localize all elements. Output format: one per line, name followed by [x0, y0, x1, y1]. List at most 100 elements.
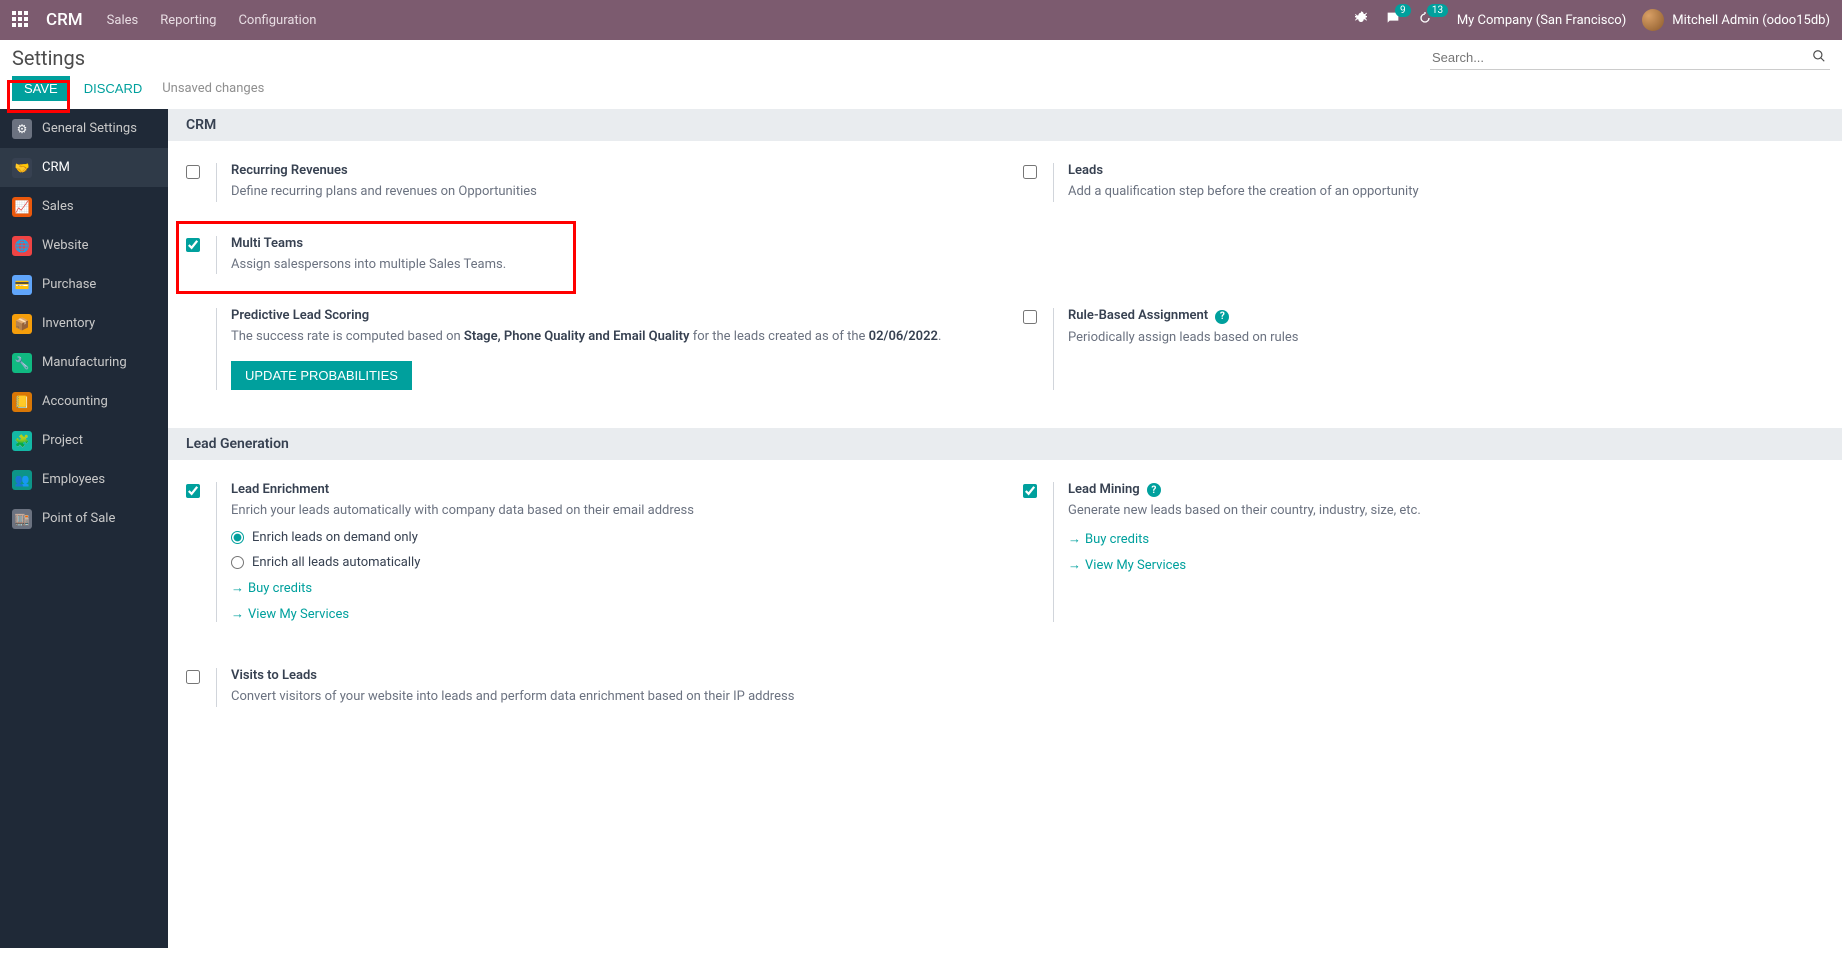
messages-badge: 9 [1395, 4, 1411, 17]
apps-menu-icon[interactable] [12, 11, 30, 29]
nav-reporting[interactable]: Reporting [160, 13, 216, 28]
recurring-revenues-checkbox[interactable] [186, 165, 200, 179]
setting-predictive-lead-scoring: Predictive Lead Scoring The success rate… [168, 300, 1005, 398]
company-switcher[interactable]: My Company (San Francisco) [1457, 13, 1626, 28]
sidebar-item-general-settings[interactable]: ⚙ General Settings [0, 109, 168, 148]
setting-visits-to-leads: Visits to Leads Convert visitors of your… [168, 660, 1005, 715]
arrow-icon: → [231, 581, 244, 596]
setting-title: Leads [1068, 163, 1824, 178]
user-menu[interactable]: Mitchell Admin (odoo15db) [1642, 9, 1830, 31]
setting-recurring-revenues: Recurring Revenues Define recurring plan… [168, 155, 1005, 210]
setting-desc: Generate new leads based on their countr… [1068, 501, 1824, 521]
chart-icon: 📈 [12, 197, 32, 217]
save-button[interactable]: SAVE [12, 76, 70, 101]
puzzle-icon: 🧩 [12, 431, 32, 451]
unsaved-indicator: Unsaved changes [162, 81, 264, 96]
gear-icon: ⚙ [12, 119, 32, 139]
buy-credits-link[interactable]: Buy credits [1085, 532, 1149, 547]
sidebar-item-purchase[interactable]: 💳 Purchase [0, 265, 168, 304]
enrich-all-radio[interactable] [231, 556, 244, 569]
rule-based-assignment-checkbox[interactable] [1023, 310, 1037, 324]
setting-desc: Define recurring plans and revenues on O… [231, 182, 987, 202]
sidebar-item-label: Manufacturing [42, 355, 127, 370]
sidebar-item-label: CRM [42, 160, 70, 175]
radio-label: Enrich all leads automatically [252, 555, 420, 570]
sidebar-item-website[interactable]: 🌐 Website [0, 226, 168, 265]
user-name: Mitchell Admin (odoo15db) [1672, 13, 1830, 28]
view-my-services-link[interactable]: View My Services [248, 607, 349, 622]
book-icon: 📒 [12, 392, 32, 412]
enrich-on-demand-radio[interactable] [231, 531, 244, 544]
view-my-services-link[interactable]: View My Services [1085, 558, 1186, 573]
sidebar-item-label: General Settings [42, 121, 137, 136]
store-icon: 🏬 [12, 509, 32, 529]
lead-mining-checkbox[interactable] [1023, 484, 1037, 498]
setting-title: Rule-Based Assignment ? [1068, 308, 1824, 324]
setting-title: Predictive Lead Scoring [231, 308, 987, 323]
handshake-icon: 🤝 [12, 158, 32, 178]
sidebar-item-accounting[interactable]: 📒 Accounting [0, 382, 168, 421]
setting-title: Lead Enrichment [231, 482, 987, 497]
update-probabilities-button[interactable]: UPDATE PROBABILITIES [231, 361, 412, 390]
sidebar-item-pos[interactable]: 🏬 Point of Sale [0, 499, 168, 538]
setting-leads: Leads Add a qualification step before th… [1005, 155, 1842, 210]
search-input[interactable] [1430, 46, 1808, 69]
settings-sidebar: ⚙ General Settings 🤝 CRM 📈 Sales 🌐 Website 💳… [0, 109, 168, 948]
sidebar-item-project[interactable]: 🧩 Project [0, 421, 168, 460]
search-bar[interactable] [1430, 46, 1830, 70]
sidebar-item-label: Employees [42, 472, 105, 487]
sidebar-item-label: Sales [42, 199, 74, 214]
sidebar-item-label: Purchase [42, 277, 96, 292]
sidebar-item-manufacturing[interactable]: 🔧 Manufacturing [0, 343, 168, 382]
activities-icon[interactable]: 13 [1417, 10, 1433, 30]
setting-desc: Convert visitors of your website into le… [231, 687, 987, 707]
section-header-crm: CRM [168, 109, 1842, 141]
settings-content: CRM Recurring Revenues Define recurring … [168, 109, 1842, 948]
radio-label: Enrich leads on demand only [252, 530, 418, 545]
lead-enrichment-checkbox[interactable] [186, 484, 200, 498]
setting-lead-mining: Lead Mining ? Generate new leads based o… [1005, 474, 1842, 631]
page-title: Settings [12, 46, 85, 70]
setting-title: Recurring Revenues [231, 163, 987, 178]
sidebar-item-label: Website [42, 238, 89, 253]
sidebar-item-label: Point of Sale [42, 511, 115, 526]
app-brand[interactable]: CRM [46, 10, 83, 30]
card-icon: 💳 [12, 275, 32, 295]
setting-desc: Assign salespersons into multiple Sales … [231, 255, 987, 275]
avatar [1642, 9, 1664, 31]
buy-credits-link[interactable]: Buy credits [248, 581, 312, 596]
sidebar-item-inventory[interactable]: 📦 Inventory [0, 304, 168, 343]
multi-teams-checkbox[interactable] [186, 238, 200, 252]
nav-sales[interactable]: Sales [107, 13, 139, 28]
visits-to-leads-checkbox[interactable] [186, 670, 200, 684]
messages-icon[interactable]: 9 [1385, 10, 1401, 30]
help-icon[interactable]: ? [1215, 310, 1229, 324]
nav-configuration[interactable]: Configuration [238, 13, 316, 28]
debug-icon[interactable] [1353, 10, 1369, 30]
box-icon: 📦 [12, 314, 32, 334]
globe-icon: 🌐 [12, 236, 32, 256]
sidebar-item-employees[interactable]: 👥 Employees [0, 460, 168, 499]
sidebar-item-label: Inventory [42, 316, 95, 331]
setting-desc: Add a qualification step before the crea… [1068, 182, 1824, 202]
leads-checkbox[interactable] [1023, 165, 1037, 179]
sidebar-item-label: Accounting [42, 394, 108, 409]
setting-desc: Enrich your leads automatically with com… [231, 501, 987, 521]
setting-title: Multi Teams [231, 236, 987, 251]
help-icon[interactable]: ? [1147, 483, 1161, 497]
setting-multi-teams: Multi Teams Assign salespersons into mul… [168, 228, 1005, 283]
arrow-icon: → [1068, 532, 1081, 547]
people-icon: 👥 [12, 470, 32, 490]
section-header-leadgen: Lead Generation [168, 428, 1842, 460]
sidebar-item-label: Project [42, 433, 83, 448]
sidebar-item-crm[interactable]: 🤝 CRM [0, 148, 168, 187]
navbar: CRM Sales Reporting Configuration 9 13 M… [0, 0, 1842, 40]
wrench-icon: 🔧 [12, 353, 32, 373]
sidebar-item-sales[interactable]: 📈 Sales [0, 187, 168, 226]
arrow-icon: → [1068, 558, 1081, 573]
control-panel: Settings SAVE DISCARD Unsaved changes [0, 40, 1842, 109]
discard-button[interactable]: DISCARD [80, 76, 147, 101]
setting-rule-based-assignment: Rule-Based Assignment ? Periodically ass… [1005, 300, 1842, 398]
search-icon[interactable] [1808, 47, 1830, 69]
setting-desc: The success rate is computed based on St… [231, 327, 987, 347]
